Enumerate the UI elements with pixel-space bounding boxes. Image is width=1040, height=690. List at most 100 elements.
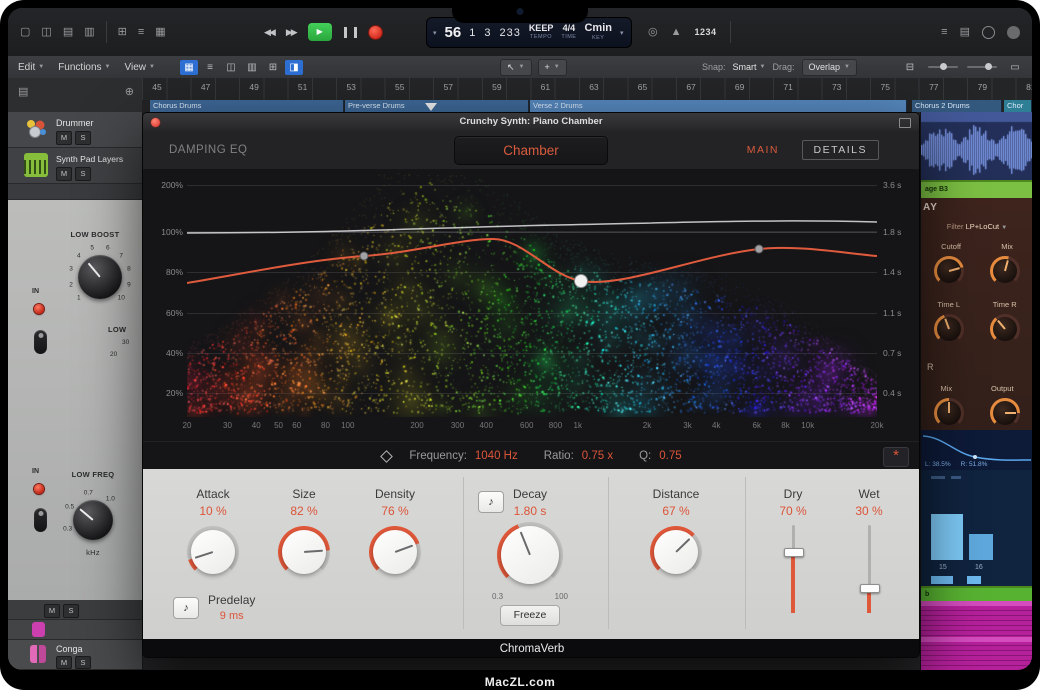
tab-main[interactable]: MAIN bbox=[747, 144, 779, 156]
play-button[interactable]: ▶ bbox=[308, 23, 332, 41]
smart-controls-icon[interactable]: ▦ bbox=[155, 27, 165, 38]
glue-tool-icon[interactable]: ▥ bbox=[243, 60, 261, 75]
marker-chorus-drums[interactable]: Chorus Drums bbox=[150, 100, 344, 112]
mixer-icon[interactable]: ⊞ bbox=[118, 27, 127, 38]
lanes-tool-icon[interactable]: ≡ bbox=[201, 60, 219, 75]
region-vintage-b3[interactable]: age B3 bbox=[921, 180, 1032, 198]
lcd-key[interactable]: Cmin KEY bbox=[584, 23, 612, 42]
lcd-bar[interactable]: 56 bbox=[445, 24, 462, 41]
horizontal-zoom-slider[interactable] bbox=[928, 66, 958, 68]
band-diamond-icon[interactable] bbox=[380, 450, 393, 463]
vertical-zoom-slider[interactable] bbox=[967, 66, 997, 68]
list-editors-icon[interactable]: ≡ bbox=[941, 27, 947, 38]
filter-selector[interactable]: Filter LP+LoCut ▼ bbox=[921, 222, 1032, 231]
low-boost-knob[interactable] bbox=[78, 255, 122, 299]
low-freq-in-led[interactable] bbox=[34, 484, 44, 494]
track-row-ms-strip[interactable]: M S bbox=[8, 600, 142, 620]
metronome-icon[interactable]: ▲ bbox=[671, 27, 682, 38]
tuner-icon[interactable]: ◎ bbox=[648, 27, 658, 38]
solo-button[interactable]: S bbox=[63, 604, 79, 618]
cutoff-knob[interactable] bbox=[934, 256, 964, 286]
solo-button[interactable]: S bbox=[75, 167, 91, 181]
display-icon[interactable]: ▢ bbox=[20, 27, 30, 38]
edit-menu[interactable]: Edit▼ bbox=[18, 62, 44, 73]
lcd-left-chevron-icon[interactable]: ▾ bbox=[433, 29, 437, 37]
low-boost-in-led[interactable] bbox=[34, 304, 44, 314]
region-b[interactable]: b bbox=[921, 586, 1032, 601]
low-boost-toggle[interactable] bbox=[34, 330, 47, 354]
low-freq-toggle[interactable] bbox=[34, 508, 47, 532]
output-knob[interactable] bbox=[990, 398, 1020, 428]
left-click-tool-menu[interactable]: ↖▼ bbox=[500, 59, 532, 76]
time-r-knob[interactable] bbox=[990, 314, 1020, 344]
editors-icon[interactable]: ≡ bbox=[138, 27, 144, 38]
track-row-synth-pad[interactable]: Synth Pad Layers M S bbox=[8, 148, 142, 184]
distance-knob[interactable] bbox=[650, 526, 702, 578]
grid-view-tool-icon[interactable]: ▦ bbox=[180, 60, 198, 75]
mute-button[interactable]: M bbox=[44, 604, 60, 618]
freeze-button[interactable]: Freeze bbox=[500, 605, 560, 626]
tab-details[interactable]: DETAILS bbox=[802, 140, 879, 160]
quick-help-icon[interactable]: ▥ bbox=[84, 27, 94, 38]
marker-preverse-drums[interactable]: Pre-verse Drums bbox=[345, 100, 529, 112]
mute-button[interactable]: M bbox=[56, 167, 72, 181]
attack-knob[interactable] bbox=[187, 526, 239, 578]
audio-waveform-region[interactable] bbox=[921, 112, 1032, 180]
decay-knob[interactable] bbox=[497, 522, 563, 588]
mute-button[interactable]: M bbox=[56, 131, 72, 145]
snap-menu[interactable]: Smart▼ bbox=[733, 62, 766, 72]
mute-button[interactable]: M bbox=[56, 656, 72, 669]
plugin-titlebar[interactable]: Crunchy Synth: Piano Chamber bbox=[143, 113, 919, 132]
track-row-drummer[interactable]: Drummer M S bbox=[8, 112, 142, 148]
pause-button[interactable] bbox=[344, 27, 357, 38]
track-sort-icon[interactable]: ▤ bbox=[18, 87, 28, 98]
track-row-partial[interactable] bbox=[8, 184, 142, 200]
close-button[interactable] bbox=[151, 118, 160, 127]
functions-menu[interactable]: Functions▼ bbox=[58, 62, 110, 73]
low-freq-knob[interactable] bbox=[73, 500, 113, 540]
inspector-icon[interactable]: ▤ bbox=[63, 27, 73, 38]
count-in-button[interactable]: 1234 bbox=[695, 27, 717, 37]
size-knob[interactable] bbox=[278, 526, 330, 578]
notifications-icon[interactable] bbox=[982, 26, 995, 39]
forward-button[interactable]: ▶▶ bbox=[286, 27, 296, 38]
lcd-div[interactable]: 3 bbox=[484, 27, 491, 39]
cmd-click-tool-menu[interactable]: +▼ bbox=[538, 59, 567, 76]
view-menu[interactable]: View▼ bbox=[125, 62, 155, 73]
user-avatar[interactable] bbox=[1007, 26, 1020, 39]
frequency-value[interactable]: 1040 Hz bbox=[475, 450, 518, 462]
lcd-beat[interactable]: 1 bbox=[469, 27, 476, 39]
drag-menu[interactable]: Overlap▼ bbox=[802, 59, 857, 76]
mix-knob[interactable] bbox=[990, 256, 1020, 286]
solo-button[interactable]: S bbox=[75, 131, 91, 145]
rewind-button[interactable]: ◀◀ bbox=[264, 27, 274, 38]
dry-slider[interactable] bbox=[783, 525, 803, 613]
particle-toggle-button[interactable]: * bbox=[883, 447, 909, 467]
lcd-tempo[interactable]: KEEP TEMPO bbox=[529, 24, 554, 41]
record-button[interactable] bbox=[369, 26, 382, 39]
mix2-knob[interactable] bbox=[934, 398, 964, 428]
room-type-selector[interactable]: Chamber bbox=[454, 136, 608, 165]
link-mode-icon[interactable] bbox=[899, 118, 911, 128]
marker-chorus2-drums[interactable]: Chorus 2 Drums bbox=[912, 100, 1002, 112]
track-row-conga[interactable]: Conga M S bbox=[8, 640, 142, 670]
flex-tool-icon[interactable]: ◫ bbox=[222, 60, 240, 75]
wet-slider[interactable] bbox=[859, 525, 879, 613]
midi-region-pink[interactable] bbox=[921, 601, 1032, 670]
density-knob[interactable] bbox=[369, 526, 421, 578]
solo-button[interactable]: S bbox=[75, 656, 91, 669]
predelay-sync-note-button[interactable]: ♪ bbox=[173, 597, 199, 619]
waveform-zoom-icon[interactable]: ▭ bbox=[1006, 60, 1024, 75]
lcd-time-signature[interactable]: 4/4 TIME bbox=[561, 24, 576, 41]
catch-tool-icon[interactable]: ⊞ bbox=[264, 60, 282, 75]
autozoom-tool-icon[interactable]: ◨ bbox=[285, 60, 303, 75]
track-row-magenta[interactable] bbox=[8, 620, 142, 640]
damping-eq-graph[interactable]: 200%100%80%60%40%20%3.6 s1.8 s1.4 s1.1 s… bbox=[143, 169, 920, 441]
note-pads-icon[interactable]: ▤ bbox=[960, 27, 970, 38]
lcd-right-chevron-icon[interactable]: ▾ bbox=[620, 29, 624, 37]
add-track-icon[interactable]: ⊕ bbox=[125, 87, 134, 98]
lcd-tick[interactable]: 233 bbox=[499, 27, 520, 39]
ratio-value[interactable]: 0.75 x bbox=[582, 450, 613, 462]
time-l-knob[interactable] bbox=[934, 314, 964, 344]
q-value[interactable]: 0.75 bbox=[659, 450, 681, 462]
